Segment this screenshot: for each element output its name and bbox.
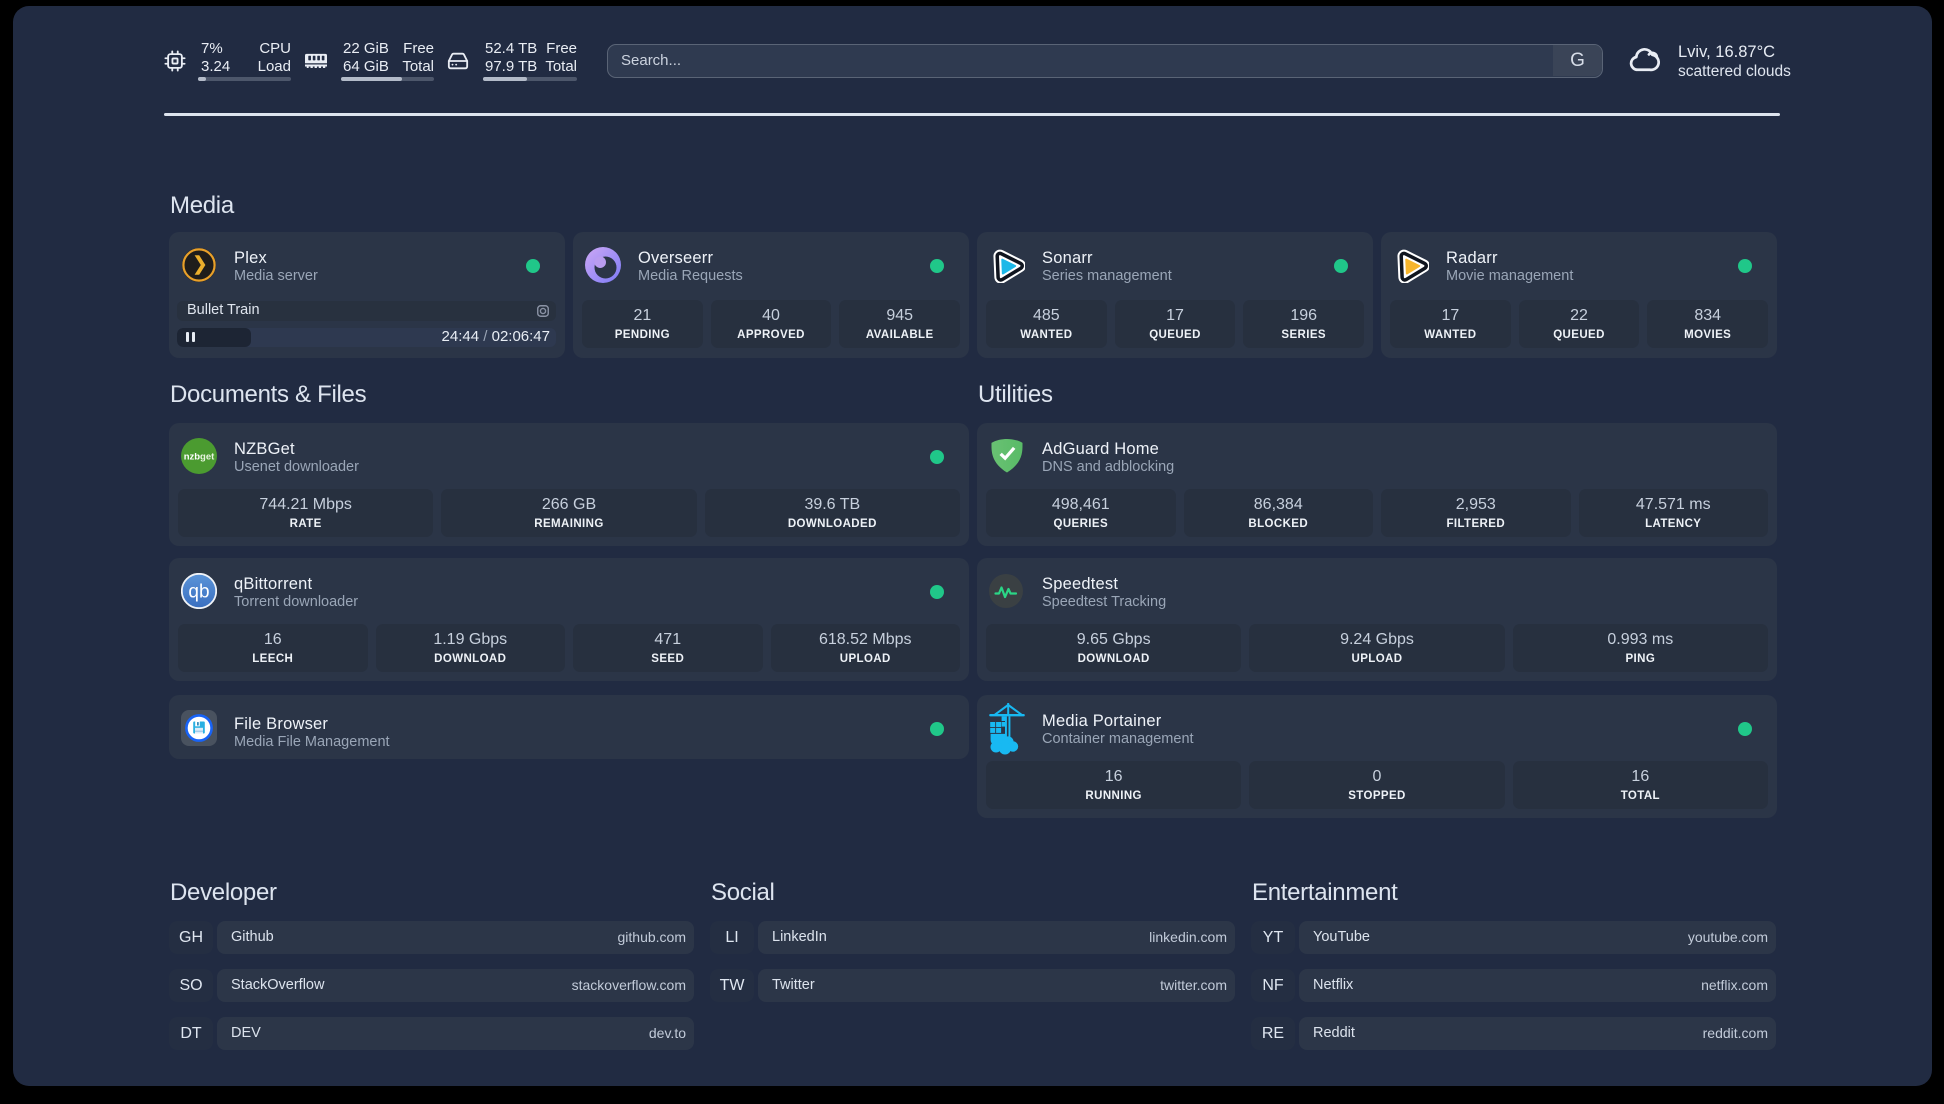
- svg-text:nzbget: nzbget: [184, 452, 215, 463]
- svg-text:qb: qb: [188, 582, 209, 603]
